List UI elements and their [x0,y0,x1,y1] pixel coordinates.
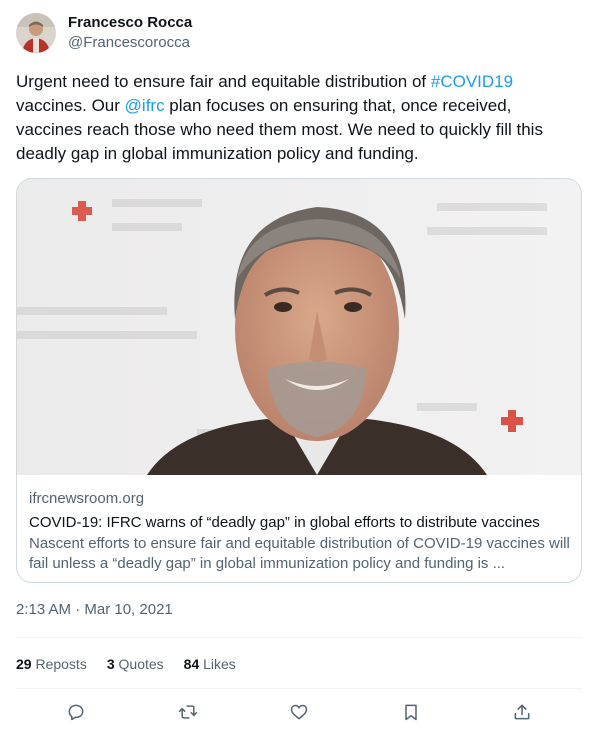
author-name[interactable]: Francesco Rocca [68,13,192,33]
tweet-text: Urgent need to ensure fair and equitable… [16,70,582,166]
quotes-count: 3 [106,656,115,672]
share-button[interactable] [510,700,534,724]
reposts-stat[interactable]: 29 Reposts [16,654,87,674]
quotes-label: Quotes [114,656,164,672]
avatar[interactable] [16,13,56,53]
card-description: Nascent efforts to ensure fair and equit… [29,535,570,572]
share-icon [514,704,530,720]
reposts-count: 29 [16,656,32,672]
likes-label: Likes [199,656,236,672]
mention-link[interactable]: @ifrc [125,96,165,115]
reply-button[interactable] [64,700,88,724]
quotes-stat[interactable]: 3 Quotes [107,654,164,674]
tweet-timestamp[interactable]: 2:13 AM · Mar 10, 2021 [16,600,173,620]
divider [16,688,582,689]
like-icon [290,704,308,720]
hashtag-link[interactable]: #COVID19 [431,72,513,91]
reposts-label: Reposts [31,656,87,672]
action-bar [16,700,582,724]
bookmark-button[interactable] [399,700,423,724]
engagement-stats: 29 Reposts 3 Quotes 84 Likes [16,654,256,674]
card-title: COVID-19: IFRC warns of “deadly gap” in … [29,514,540,531]
like-button[interactable] [287,700,311,724]
reply-icon [68,704,84,721]
tweet-header: Francesco Rocca @Francescorocca [16,12,192,54]
tweet-text-part: Urgent need to ensure fair and equitable… [16,72,431,91]
repost-button[interactable] [176,700,200,724]
divider [16,637,582,638]
bookmark-icon [404,704,417,721]
repost-icon [178,705,197,719]
author-handle[interactable]: @Francescorocca [68,33,192,53]
likes-stat[interactable]: 84 Likes [184,654,236,674]
card-domain: ifrcnewsroom.org [29,490,145,507]
link-preview-card[interactable]: ifrcnewsroom.org COVID-19: IFRC warns of… [16,178,582,583]
card-image[interactable] [17,179,581,475]
likes-count: 84 [183,656,200,672]
tweet-text-part: vaccines. Our [16,96,125,115]
card-body[interactable]: ifrcnewsroom.org COVID-19: IFRC warns of… [17,475,581,574]
